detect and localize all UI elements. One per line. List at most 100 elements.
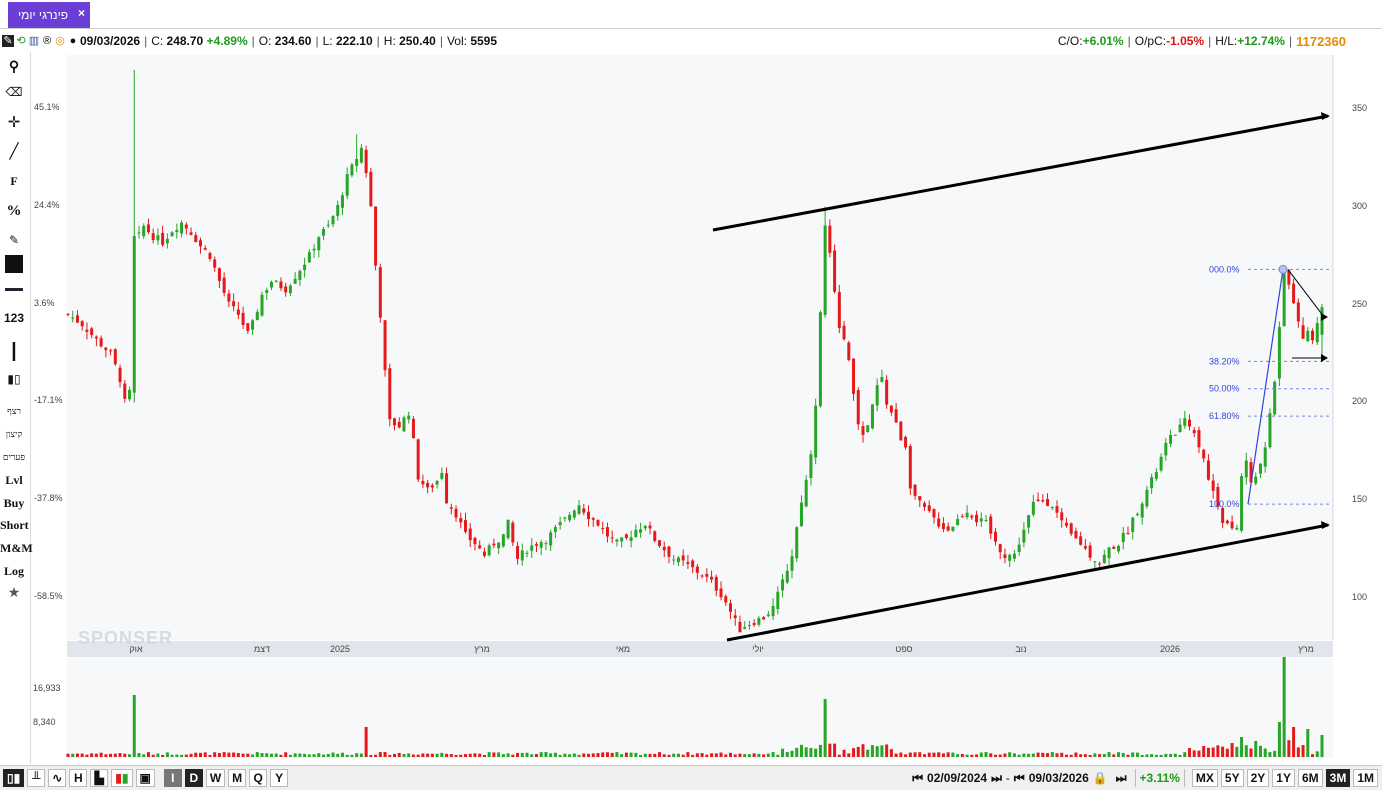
volume-bar [1315, 751, 1319, 757]
volume-bar [1301, 745, 1305, 757]
candle-body [203, 248, 207, 250]
volume-bar [904, 754, 908, 757]
volume-bar [624, 752, 628, 757]
range-3m[interactable]: 3M [1325, 769, 1351, 787]
step-end-back-icon[interactable]: ⏮ [1014, 771, 1025, 786]
candle-body [639, 529, 643, 533]
candle-body [255, 311, 259, 321]
volume-bar [298, 753, 302, 757]
volume-bar [908, 752, 912, 757]
start-date[interactable]: 02/09/2024 [927, 771, 987, 785]
end-date[interactable]: 09/03/2026 [1029, 771, 1089, 785]
candle-body [1178, 424, 1182, 432]
volume-bar [459, 754, 463, 757]
hlc-type-button[interactable]: H [69, 769, 88, 787]
volume-bar [222, 752, 226, 757]
volume-bar [676, 753, 680, 757]
candle-body [269, 281, 273, 288]
volume-bar [1135, 752, 1139, 757]
bar-type-icon[interactable]: ╨ [27, 769, 46, 787]
save-icon[interactable]: ▣ [135, 769, 155, 787]
volume-bar [1164, 753, 1168, 757]
step-start-icon[interactable]: ⏭ [991, 771, 1002, 786]
channel-upper-line[interactable] [712, 114, 1329, 232]
volume-bar [691, 754, 695, 757]
candle-type-icon[interactable]: ▯▮ [3, 769, 25, 787]
volume-bar [989, 753, 993, 757]
lock-icon[interactable]: 🔒 [1093, 771, 1108, 785]
candle-body [601, 528, 605, 530]
volume-bar [1258, 745, 1262, 757]
channel-lower-line[interactable] [726, 523, 1329, 642]
candle-body [435, 480, 439, 485]
volume-bar [99, 752, 103, 757]
jump-end-icon[interactable]: ⏭ [1116, 771, 1127, 786]
period-yearly[interactable]: Y [270, 769, 289, 787]
volume-bar [833, 743, 837, 757]
range-6m[interactable]: 6M [1297, 769, 1323, 787]
period-weekly[interactable]: W [205, 769, 226, 787]
volume-bar [799, 744, 803, 757]
fib-level-label: 61.80% [1209, 411, 1240, 421]
candle-body [913, 484, 917, 496]
volume-bar [993, 754, 997, 757]
range-2y[interactable]: 2Y [1246, 769, 1270, 787]
volume-bar [776, 754, 780, 757]
period-daily[interactable]: D [184, 769, 203, 787]
candle-body [71, 317, 75, 319]
candle-body [506, 519, 510, 539]
volume-bar [85, 754, 89, 757]
candle-body [104, 347, 108, 351]
volume-bar [445, 753, 449, 757]
volume-bar [326, 753, 330, 757]
volume-bar [118, 753, 122, 757]
candle-body [388, 368, 392, 420]
range-1m[interactable]: 1M [1353, 769, 1378, 787]
volume-bar [478, 753, 482, 757]
volume-bar [1112, 754, 1116, 757]
area-type-icon[interactable]: ▙ [90, 769, 109, 787]
candle-body [539, 542, 543, 548]
volume-bar [1154, 754, 1158, 757]
candle-body [563, 517, 567, 519]
volume-bar [473, 753, 477, 757]
line-type-icon[interactable]: ∿ [48, 769, 67, 787]
candle-body [1012, 553, 1016, 559]
candle-body [279, 281, 283, 289]
volume-bar [975, 754, 979, 757]
volume-bar [440, 752, 444, 757]
period-intraday[interactable]: I [163, 769, 182, 787]
candle-body [482, 551, 486, 556]
candle-body [161, 232, 165, 245]
candle-body [430, 485, 434, 488]
volume-bar [128, 754, 132, 757]
volume-bars [66, 657, 1324, 757]
range-max[interactable]: MX [1191, 769, 1218, 787]
candle-body [875, 385, 879, 406]
volume-bar [842, 749, 846, 757]
volume-bar [1046, 753, 1050, 757]
fibonacci-retracement[interactable]: 000.0% 38.20% 50.00% 61.80% 100.0% [1209, 264, 1332, 509]
candle-body [695, 566, 699, 573]
candle-body [975, 514, 979, 523]
candle-body [823, 225, 827, 315]
volume-bar [180, 754, 184, 757]
period-monthly[interactable]: M [228, 769, 247, 787]
volume-bar [856, 746, 860, 757]
jump-start-icon[interactable]: ⏮ [912, 771, 923, 786]
volume-bar [899, 752, 903, 757]
candle-body [1036, 499, 1040, 502]
range-1y[interactable]: 1Y [1272, 769, 1295, 787]
candle-body [336, 204, 340, 216]
candle-body [383, 320, 387, 371]
volume-bar [728, 752, 732, 757]
volume-bar [771, 752, 775, 757]
fib-anchor-handle[interactable] [1278, 264, 1288, 274]
volume-bar [918, 752, 922, 757]
period-quarterly[interactable]: Q [249, 769, 268, 787]
colored-bars-icon[interactable]: ▮ ▮ [111, 769, 133, 787]
volume-bar [1140, 754, 1144, 757]
candle-body [525, 552, 529, 554]
range-5y[interactable]: 5Y [1220, 769, 1244, 787]
candle-body [587, 511, 591, 520]
